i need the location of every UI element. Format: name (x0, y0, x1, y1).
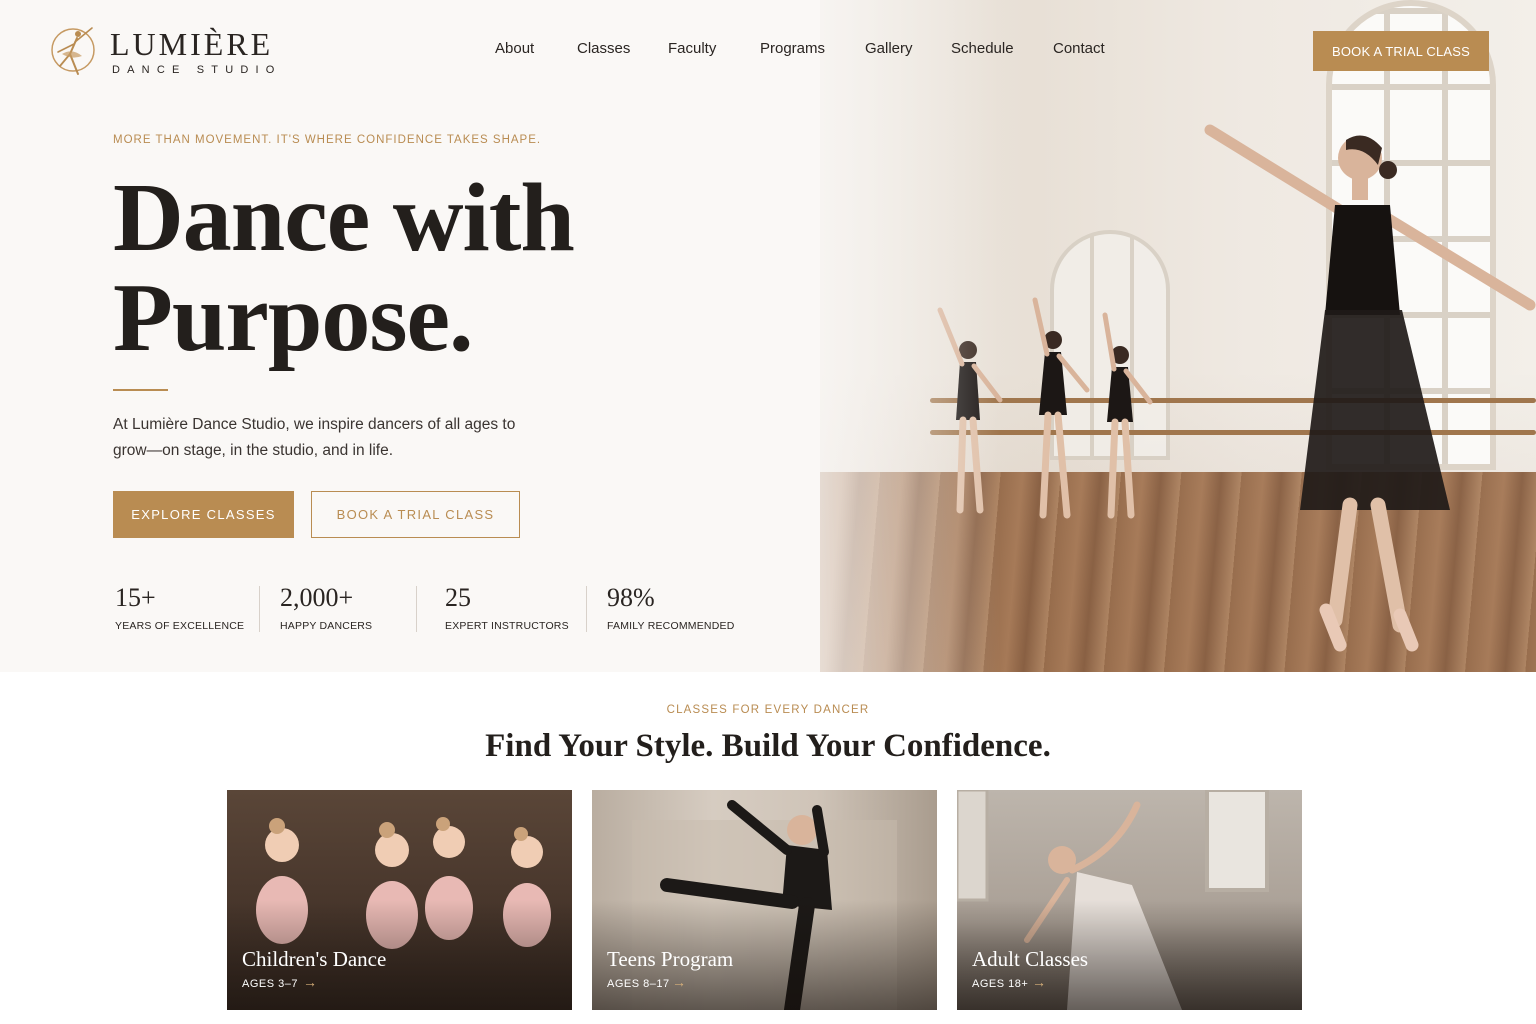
nav-faculty[interactable]: Faculty (668, 40, 716, 57)
arrow-right-icon: → (303, 974, 317, 990)
main-nav: About Classes Faculty Programs Gallery S… (0, 40, 1536, 60)
stat-instructors: 25 EXPERT INSTRUCTORS (445, 583, 569, 633)
hero-section: LUMIÈRE DANCE STUDIO About Classes Facul… (0, 0, 1536, 672)
hero-intro: At Lumière Dance Studio, we inspire danc… (113, 416, 516, 459)
stat-recommended: 98% FAMILY RECOMMENDED (607, 583, 735, 633)
stat-value: 98% (607, 583, 655, 612)
class-card-teens[interactable]: Teens Program AGES 8–17 → (592, 790, 937, 1010)
classes-eyebrow: CLASSES FOR EVERY DANCER (666, 704, 870, 716)
nav-about[interactable]: About (495, 40, 534, 57)
brand-tagline: DANCE STUDIO (112, 63, 282, 76)
card-title: Children's Dance (242, 947, 387, 971)
nav-book-trial-button[interactable]: BOOK A TRIAL CLASS (1313, 31, 1489, 71)
stat-divider (586, 586, 587, 632)
arrow-right-icon: → (672, 974, 686, 990)
book-trial-button[interactable]: BOOK A TRIAL CLASS (311, 491, 520, 538)
stat-label: FAMILY RECOMMENDED (607, 620, 735, 632)
stat-years: 15+ YEARS OF EXCELLENCE (115, 583, 245, 633)
class-card-children[interactable]: Children's Dance AGES 3–7 → (227, 790, 572, 1010)
stat-label: YEARS OF EXCELLENCE (115, 620, 245, 632)
hero-headline-line1: Dance with (113, 164, 575, 272)
card-ages: AGES 18+ (972, 978, 1029, 990)
stat-label: EXPERT INSTRUCTORS (445, 620, 569, 632)
stat-value: 25 (445, 583, 471, 612)
hero-headline-line2: Purpose. (113, 264, 473, 372)
nav-contact[interactable]: Contact (1053, 40, 1105, 57)
stat-value: 15+ (115, 583, 156, 612)
stat-label: HAPPY DANCERS (280, 620, 373, 632)
card-ages: AGES 3–7 (242, 978, 298, 990)
classes-title: Find Your Style. Build Your Confidence. (485, 728, 1051, 764)
stat-divider (416, 586, 417, 632)
card-title: Adult Classes (972, 947, 1089, 971)
card-ages: AGES 8–17 (607, 978, 670, 990)
class-card-adults[interactable]: Adult Classes AGES 18+ → (957, 790, 1302, 1010)
lead-dancer (1204, 124, 1536, 652)
stat-value: 2,000+ (280, 583, 354, 612)
nav-schedule[interactable]: Schedule (951, 40, 1014, 57)
hero-headline: Dance with Purpose. (113, 168, 575, 368)
accent-divider (113, 389, 168, 391)
card-title: Teens Program (607, 947, 734, 971)
nav-programs[interactable]: Programs (760, 40, 825, 57)
stat-dancers: 2,000+ HAPPY DANCERS (280, 583, 373, 633)
explore-classes-button[interactable]: EXPLORE CLASSES (113, 491, 294, 538)
arrow-right-icon: → (1032, 974, 1046, 990)
stat-divider (259, 586, 260, 632)
nav-classes[interactable]: Classes (577, 40, 630, 57)
hero-eyebrow: MORE THAN MOVEMENT. IT'S WHERE CONFIDENC… (113, 134, 542, 146)
nav-gallery[interactable]: Gallery (865, 40, 913, 57)
